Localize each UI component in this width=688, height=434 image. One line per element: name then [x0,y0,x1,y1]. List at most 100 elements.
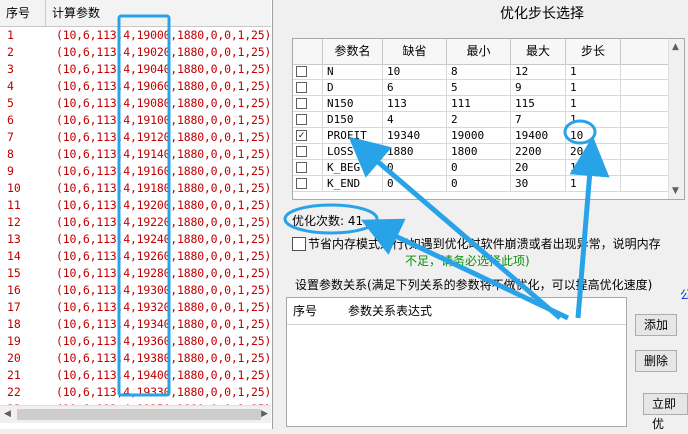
formula-link[interactable]: 公 [680,286,688,303]
param-cell-min[interactable]: 111 [447,96,511,112]
param-cell-name[interactable]: D150 [323,112,383,128]
param-cell-name[interactable]: N150 [323,96,383,112]
result-row[interactable]: 13 (10,6,113,4,19240,1880,0,0,1,25) [0,231,271,248]
param-cell-name[interactable]: D [323,80,383,96]
param-cell-step[interactable]: 1 [566,64,621,80]
param-cell-step[interactable]: 1 [566,80,621,96]
scroll-left-icon[interactable]: ◀ [4,409,11,419]
param-cell-min[interactable]: 1800 [447,144,511,160]
result-row[interactable]: 9 (10,6,113,4,19160,1880,0,0,1,25) [0,163,271,180]
result-row[interactable]: 21 (10,6,113,4,19400,1880,0,0,1,25) [0,367,271,384]
param-cell-default[interactable]: 0 [383,176,447,192]
param-cell-name[interactable]: K_END [323,176,383,192]
param-row[interactable]: K_BEG 0 0 20 1 [293,160,671,176]
param-cell-max[interactable]: 9 [511,80,566,96]
result-row[interactable]: 16 (10,6,113,4,19300,1880,0,0,1,25) [0,282,271,299]
column-header-params[interactable]: 计算参数 [46,0,271,26]
param-row[interactable]: K_END 0 0 30 1 [293,176,671,192]
param-cell-max[interactable]: 115 [511,96,566,112]
param-cell-default[interactable]: 4 [383,112,447,128]
param-cell-name[interactable]: K_BEG [323,160,383,176]
header-max[interactable]: 最大 [511,39,566,64]
relation-header-seq[interactable]: 序号 [287,298,347,324]
param-checkbox[interactable] [296,66,307,77]
vertical-scrollbar[interactable]: ▲ ▼ [668,39,684,199]
param-checkbox[interactable] [296,146,307,157]
save-memory-label[interactable]: 节省内存模式运行(如遇到优化时软件崩溃或者出现异常，说明内存 [308,235,661,252]
param-row[interactable]: N 10 8 12 1 [293,64,671,80]
param-checkbox[interactable] [296,178,307,189]
param-cell-default[interactable]: 0 [383,160,447,176]
delete-button[interactable]: 删除 [635,350,677,372]
param-cell-min[interactable]: 0 [447,160,511,176]
save-memory-checkbox[interactable] [292,237,306,251]
param-cell-min[interactable]: 2 [447,112,511,128]
param-row[interactable]: N150 113 111 115 1 [293,96,671,112]
result-row[interactable]: 19 (10,6,113,4,19360,1880,0,0,1,25) [0,333,271,350]
scroll-up-icon[interactable]: ▲ [672,42,679,52]
scrollbar-thumb[interactable] [17,409,261,420]
param-checkbox[interactable]: ✓ [296,130,307,141]
param-checkbox[interactable] [296,162,307,173]
result-row[interactable]: 11 (10,6,113,4,19200,1880,0,0,1,25) [0,197,271,214]
param-cell-name[interactable]: LOSS [323,144,383,160]
result-row[interactable]: 6 (10,6,113,4,19100,1880,0,0,1,25) [0,112,271,129]
param-cell-max[interactable]: 19400 [511,128,566,144]
result-row[interactable]: 4 (10,6,113,4,19060,1880,0,0,1,25) [0,78,271,95]
param-row[interactable]: ✓ PROFIT 19340 19000 19400 10 [293,128,671,144]
header-step[interactable]: 步长 [566,39,621,64]
result-row[interactable]: 22 (10,6,113,4,19330,1880,0,0,1,25) [0,384,271,401]
param-checkbox[interactable] [296,82,307,93]
result-row[interactable]: 15 (10,6,113,4,19280,1880,0,0,1,25) [0,265,271,282]
param-cell-step[interactable]: 1 [566,112,621,128]
header-name[interactable]: 参数名 [323,39,383,64]
param-cell-max[interactable]: 20 [511,160,566,176]
param-table[interactable]: 参数名 缺省 最小 最大 步长 N 10 8 12 1 D 6 5 9 1 N150 113 111 11… [292,38,685,200]
header-min[interactable]: 最小 [447,39,511,64]
param-cell-default[interactable]: 113 [383,96,447,112]
param-cell-step[interactable]: 1 [566,176,621,192]
result-row[interactable]: 3 (10,6,113,4,19040,1880,0,0,1,25) [0,61,271,78]
result-row[interactable]: 14 (10,6,113,4,19260,1880,0,0,1,25) [0,248,271,265]
param-cell-step[interactable]: 20 [566,144,621,160]
result-row[interactable]: 7 (10,6,113,4,19120,1880,0,0,1,25) [0,129,271,146]
param-row[interactable]: LOSS 1880 1800 2200 20 [293,144,671,160]
param-cell-step[interactable]: 1 [566,96,621,112]
param-row[interactable]: D150 4 2 7 1 [293,112,671,128]
result-row[interactable]: 1 (10,6,113,4,19000,1880,0,0,1,25) [0,27,271,44]
param-row[interactable]: D6591 [293,80,671,96]
param-cell-default[interactable]: 6 [383,80,447,96]
param-cell-default[interactable]: 1880 [383,144,447,160]
param-cell-name[interactable]: PROFIT [323,128,383,144]
param-cell-step[interactable]: 10 [566,128,621,144]
param-cell-default[interactable]: 19340 [383,128,447,144]
param-cell-min[interactable]: 0 [447,176,511,192]
relation-table[interactable]: 序号 参数关系表达式 [286,297,627,427]
relation-header-expr[interactable]: 参数关系表达式 [342,298,542,324]
param-checkbox[interactable] [296,98,307,109]
param-cell-step[interactable]: 1 [566,160,621,176]
param-cell-min[interactable]: 8 [447,64,511,80]
result-row[interactable]: 10 (10,6,113,4,19180,1880,0,0,1,25) [0,180,271,197]
param-cell-max[interactable]: 2200 [511,144,566,160]
param-cell-default[interactable]: 10 [383,64,447,80]
param-cell-max[interactable]: 7 [511,112,566,128]
result-row[interactable]: 12 (10,6,113,4,19220,1880,0,0,1,25) [0,214,271,231]
param-cell-name[interactable]: N [323,64,383,80]
column-header-seq[interactable]: 序号 [0,0,46,26]
param-cell-min[interactable]: 19000 [447,128,511,144]
result-row[interactable]: 8 (10,6,113,4,19140,1880,0,0,1,25) [0,146,271,163]
results-list[interactable]: 序号 计算参数 1 (10,6,113,4,19000,1880,0,0,1,25… [0,0,273,429]
result-row[interactable]: 20 (10,6,113,4,19380,1880,0,0,1,25) [0,350,271,367]
scroll-down-icon[interactable]: ▼ [672,186,679,196]
param-cell-max[interactable]: 30 [511,176,566,192]
result-row[interactable]: 17 (10,6,113,4,19320,1880,0,0,1,25) [0,299,271,316]
result-row[interactable]: 5 (10,6,113,4,19080,1880,0,0,1,25) [0,95,271,112]
result-row[interactable]: 2 (10,6,113,4,19020,1880,0,0,1,25) [0,44,271,61]
param-cell-min[interactable]: 5 [447,80,511,96]
result-row[interactable]: 18 (10,6,113,4,19340,1880,0,0,1,25) [0,316,271,333]
horizontal-scrollbar[interactable]: ◀ ▶ [0,405,271,423]
param-checkbox[interactable] [296,114,307,125]
run-now-button[interactable]: 立即优 [643,393,688,431]
header-default[interactable]: 缺省 [383,39,447,64]
